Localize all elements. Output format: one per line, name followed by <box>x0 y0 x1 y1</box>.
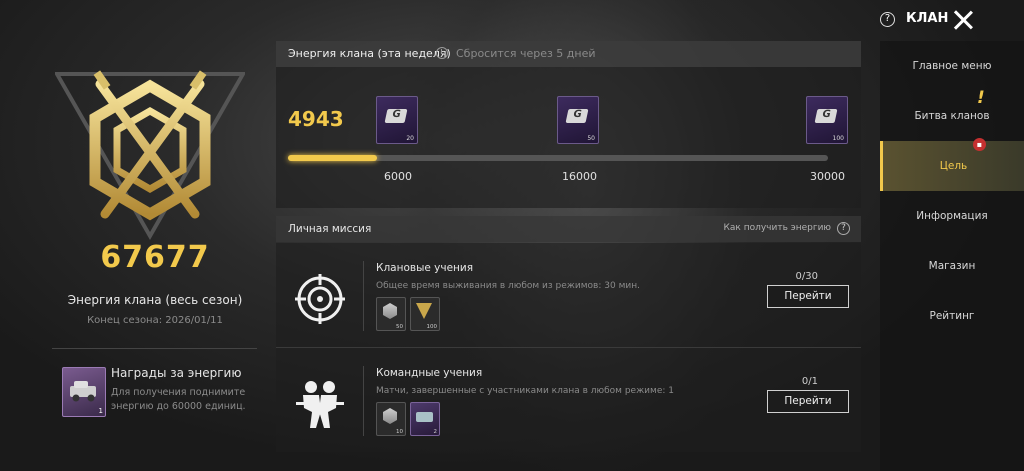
mission-progress: 0/1 <box>801 376 818 387</box>
weekly-energy-panel: 4943 20 50 100 6000 16000 30000 <box>276 67 861 208</box>
nav-item-info[interactable]: Информация <box>880 191 1024 241</box>
season-energy-label: Энергия клана (весь сезон) <box>67 293 243 307</box>
nav-item-goal[interactable]: Цель <box>880 141 1024 191</box>
ticket-icon <box>814 109 838 123</box>
reward-count: 10 <box>396 429 403 435</box>
ticket-icon <box>384 109 408 123</box>
energy-rewards-title: Награды за энергию <box>111 366 242 380</box>
mission-title: Личная миссия <box>288 223 372 235</box>
how-to-get-energy-link[interactable]: Как получить энергию <box>724 223 831 233</box>
reward-count: 1 <box>98 407 103 415</box>
milestone-count: 50 <box>587 135 595 142</box>
reward-item[interactable]: 10 <box>376 402 406 436</box>
nav-item-clan-battle[interactable]: Битва кланов <box>880 91 1024 141</box>
clan-sidebar-nav: Главное меню Битва кланов Цель Информаци… <box>880 41 1024 471</box>
mission-desc: Общее время выживания в любом из режимов… <box>376 281 640 291</box>
go-button[interactable]: Перейти <box>767 390 849 413</box>
divider <box>363 366 364 436</box>
mission-header: Личная миссия Как получить энергию ? <box>276 216 861 242</box>
energy-reward-icon[interactable]: 1 <box>62 367 106 417</box>
energy-rewards-desc: Для получения поднимите энергию до 60000… <box>111 387 246 412</box>
ticket-icon <box>565 109 589 123</box>
weekly-progress-fill <box>288 155 378 161</box>
mission-row: Клановые учения Общее время выживания в … <box>276 243 861 347</box>
vehicle-icon <box>70 381 96 402</box>
reset-timer: Сбросится через 5 дней <box>456 47 596 60</box>
milestone-label: 16000 <box>562 170 597 183</box>
nav-item-shop[interactable]: Магазин <box>880 241 1024 291</box>
nav-item-main-menu[interactable]: Главное меню <box>880 41 1024 91</box>
mission-rewards: 10 2 <box>376 402 440 436</box>
reward-count: 2 <box>433 429 438 435</box>
milestone-label: 30000 <box>810 170 845 183</box>
mission-progress: 0/30 <box>795 271 818 282</box>
mission-row: Командные учения Матчи, завершенные с уч… <box>276 348 861 452</box>
clan-summary-panel: 67677 Энергия клана (весь сезон) Конец с… <box>0 0 270 471</box>
milestone-reward-2[interactable]: 50 <box>557 96 601 144</box>
reward-count: 50 <box>396 324 403 330</box>
milestone-label: 6000 <box>384 170 412 183</box>
divider <box>363 261 364 331</box>
nav-item-rating[interactable]: Рейтинг <box>880 291 1024 341</box>
season-end-date: Конец сезона: 2026/01/11 <box>87 315 223 326</box>
mission-name: Командные учения <box>376 367 483 379</box>
weekly-energy-header: Энергия клана (эта неделя) Сбросится чер… <box>276 41 861 67</box>
weekly-progress-bar <box>288 155 828 161</box>
go-button[interactable]: Перейти <box>767 285 849 308</box>
team-soldiers-icon <box>296 381 344 428</box>
page-title: КЛАН <box>906 11 949 26</box>
milestone-count: 20 <box>406 135 414 142</box>
clan-badge-icon <box>416 303 432 319</box>
reward-item[interactable]: 2 <box>410 402 440 436</box>
energy-gem-icon <box>383 408 397 424</box>
weapon-icon <box>416 412 433 422</box>
alert-icon: ! <box>977 88 985 108</box>
reward-count: 100 <box>426 324 438 330</box>
clan-emblem-icon <box>55 70 245 241</box>
crosshair-icon <box>295 274 345 324</box>
total-energy: 67677 <box>100 240 210 275</box>
mission-name: Клановые учения <box>376 262 474 274</box>
weekly-energy-value: 4943 <box>288 107 344 131</box>
question-icon[interactable]: ? <box>837 222 850 235</box>
close-icon[interactable] <box>953 10 973 30</box>
weekly-energy-title: Энергия клана (эта неделя) <box>288 47 451 60</box>
divider <box>52 348 257 349</box>
clock-icon <box>436 47 448 59</box>
reward-item[interactable]: 50 <box>376 297 406 331</box>
energy-gem-icon <box>383 303 397 319</box>
mission-desc: Матчи, завершенные с участниками клана в… <box>376 386 674 396</box>
milestone-reward-1[interactable]: 20 <box>376 96 420 144</box>
gift-icon: ▪ <box>973 138 986 151</box>
help-icon[interactable]: ? <box>880 12 895 27</box>
milestone-reward-3[interactable]: 100 <box>806 96 850 144</box>
mission-rewards: 50 100 <box>376 297 440 331</box>
reward-item[interactable]: 100 <box>410 297 440 331</box>
milestone-count: 100 <box>832 135 844 142</box>
